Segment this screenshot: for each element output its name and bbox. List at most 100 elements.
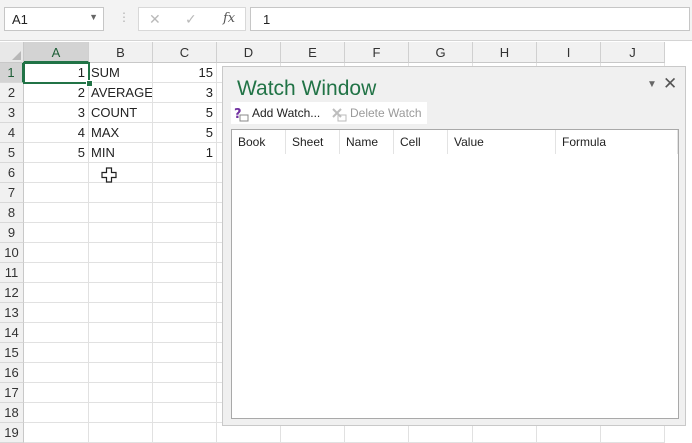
- watch-column-cell[interactable]: Cell: [394, 130, 448, 154]
- cell-c5[interactable]: 1: [153, 143, 217, 163]
- cell-c19[interactable]: [153, 423, 217, 443]
- cell-g19[interactable]: [409, 423, 473, 443]
- cell-a11[interactable]: [24, 263, 89, 283]
- window-menu-icon[interactable]: ▼: [647, 79, 657, 90]
- fill-handle[interactable]: [86, 80, 93, 87]
- row-header-14[interactable]: 14: [0, 323, 24, 343]
- cell-c10[interactable]: [153, 243, 217, 263]
- row-header-2[interactable]: 2: [0, 83, 24, 103]
- cell-b12[interactable]: [89, 283, 153, 303]
- cell-a4[interactable]: 4: [24, 123, 89, 143]
- cell-a3[interactable]: 3: [24, 103, 89, 123]
- cell-c17[interactable]: [153, 383, 217, 403]
- cell-b1[interactable]: SUM: [89, 63, 153, 83]
- watch-column-name[interactable]: Name: [340, 130, 394, 154]
- cell-c8[interactable]: [153, 203, 217, 223]
- cancel-icon[interactable]: ✕: [149, 11, 161, 28]
- cell-a1[interactable]: 1: [24, 63, 89, 83]
- cell-c9[interactable]: [153, 223, 217, 243]
- add-watch-button[interactable]: ? Add Watch...: [233, 102, 320, 124]
- watch-column-book[interactable]: Book: [232, 130, 286, 154]
- row-header-3[interactable]: 3: [0, 103, 24, 123]
- cell-b8[interactable]: [89, 203, 153, 223]
- cell-c15[interactable]: [153, 343, 217, 363]
- cell-c12[interactable]: [153, 283, 217, 303]
- cell-b18[interactable]: [89, 403, 153, 423]
- watch-column-value[interactable]: Value: [448, 130, 556, 154]
- cell-h19[interactable]: [473, 423, 537, 443]
- cell-b9[interactable]: [89, 223, 153, 243]
- select-all-button[interactable]: [0, 42, 24, 63]
- column-header-h[interactable]: H: [473, 42, 537, 63]
- cell-a9[interactable]: [24, 223, 89, 243]
- row-header-16[interactable]: 16: [0, 363, 24, 383]
- cell-b11[interactable]: [89, 263, 153, 283]
- cell-a15[interactable]: [24, 343, 89, 363]
- cell-b15[interactable]: [89, 343, 153, 363]
- watch-list[interactable]: Book Sheet Name Cell Value Formula: [231, 129, 679, 419]
- row-header-4[interactable]: 4: [0, 123, 24, 143]
- row-header-11[interactable]: 11: [0, 263, 24, 283]
- row-header-5[interactable]: 5: [0, 143, 24, 163]
- cell-b3[interactable]: COUNT: [89, 103, 153, 123]
- column-header-j[interactable]: J: [601, 42, 665, 63]
- column-header-a[interactable]: A: [24, 42, 89, 63]
- cell-a7[interactable]: [24, 183, 89, 203]
- row-header-19[interactable]: 19: [0, 423, 24, 443]
- cell-b4[interactable]: MAX: [89, 123, 153, 143]
- cell-c11[interactable]: [153, 263, 217, 283]
- cell-b7[interactable]: [89, 183, 153, 203]
- cell-b5[interactable]: MIN: [89, 143, 153, 163]
- row-header-18[interactable]: 18: [0, 403, 24, 423]
- cell-c2[interactable]: 3: [153, 83, 217, 103]
- cell-a13[interactable]: [24, 303, 89, 323]
- cell-b10[interactable]: [89, 243, 153, 263]
- cell-c4[interactable]: 5: [153, 123, 217, 143]
- close-icon[interactable]: ✕: [663, 74, 677, 94]
- delete-watch-button[interactable]: Delete Watch: [331, 102, 422, 124]
- column-header-e[interactable]: E: [281, 42, 345, 63]
- row-header-6[interactable]: 6: [0, 163, 24, 183]
- insert-function-icon[interactable]: fx: [223, 11, 235, 26]
- row-header-8[interactable]: 8: [0, 203, 24, 223]
- cell-b13[interactable]: [89, 303, 153, 323]
- cell-b14[interactable]: [89, 323, 153, 343]
- column-header-f[interactable]: F: [345, 42, 409, 63]
- cell-a6[interactable]: [24, 163, 89, 183]
- cell-c1[interactable]: 15: [153, 63, 217, 83]
- cell-e19[interactable]: [281, 423, 345, 443]
- name-box[interactable]: A1 ▼: [4, 7, 104, 31]
- row-header-15[interactable]: 15: [0, 343, 24, 363]
- column-header-i[interactable]: I: [537, 42, 601, 63]
- row-header-12[interactable]: 12: [0, 283, 24, 303]
- cell-c14[interactable]: [153, 323, 217, 343]
- row-header-9[interactable]: 9: [0, 223, 24, 243]
- column-header-c[interactable]: C: [153, 42, 217, 63]
- cell-c16[interactable]: [153, 363, 217, 383]
- cell-a8[interactable]: [24, 203, 89, 223]
- column-header-d[interactable]: D: [217, 42, 281, 63]
- cell-a2[interactable]: 2: [24, 83, 89, 103]
- cell-a14[interactable]: [24, 323, 89, 343]
- cell-a10[interactable]: [24, 243, 89, 263]
- cell-j19[interactable]: [601, 423, 665, 443]
- row-header-7[interactable]: 7: [0, 183, 24, 203]
- watch-column-sheet[interactable]: Sheet: [286, 130, 340, 154]
- row-header-17[interactable]: 17: [0, 383, 24, 403]
- cell-b17[interactable]: [89, 383, 153, 403]
- cell-b19[interactable]: [89, 423, 153, 443]
- cell-b2[interactable]: AVERAGE: [89, 83, 153, 103]
- cell-a18[interactable]: [24, 403, 89, 423]
- row-header-13[interactable]: 13: [0, 303, 24, 323]
- cell-a12[interactable]: [24, 283, 89, 303]
- cell-c6[interactable]: [153, 163, 217, 183]
- row-header-1[interactable]: 1: [0, 63, 24, 83]
- column-header-b[interactable]: B: [89, 42, 153, 63]
- cell-c7[interactable]: [153, 183, 217, 203]
- row-header-10[interactable]: 10: [0, 243, 24, 263]
- cell-d19[interactable]: [217, 423, 281, 443]
- drag-handle-icon[interactable]: ⋮: [118, 10, 130, 24]
- cell-c18[interactable]: [153, 403, 217, 423]
- watch-column-formula[interactable]: Formula: [556, 130, 678, 154]
- cell-i19[interactable]: [537, 423, 601, 443]
